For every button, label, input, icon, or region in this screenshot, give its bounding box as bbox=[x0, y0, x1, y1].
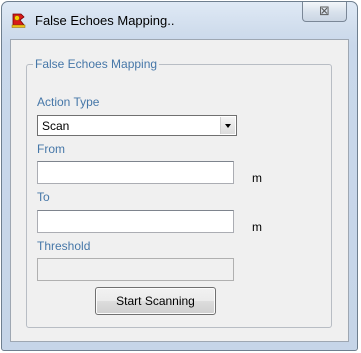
action-type-label: Action Type bbox=[37, 95, 100, 109]
dialog-client-area: False Echoes Mapping Action Type Scan Fr… bbox=[10, 39, 349, 342]
action-type-value: Scan bbox=[42, 119, 70, 133]
chevron-down-icon[interactable] bbox=[220, 117, 235, 134]
to-input[interactable] bbox=[37, 210, 234, 233]
dialog-window: False Echoes Mapping.. ⊠ False Echoes Ma… bbox=[1, 1, 358, 351]
title-bar[interactable]: False Echoes Mapping.. ⊠ bbox=[2, 2, 357, 39]
action-type-dropdown[interactable]: Scan bbox=[37, 115, 237, 136]
to-label: To bbox=[37, 190, 50, 204]
close-icon: ⊠ bbox=[319, 3, 330, 18]
false-echoes-groupbox: False Echoes Mapping Action Type Scan Fr… bbox=[26, 57, 332, 328]
from-input[interactable] bbox=[37, 161, 234, 184]
to-unit: m bbox=[252, 220, 262, 234]
from-unit: m bbox=[252, 171, 262, 185]
from-label: From bbox=[37, 142, 65, 156]
threshold-input bbox=[37, 258, 234, 281]
close-button[interactable]: ⊠ bbox=[302, 2, 347, 22]
threshold-label: Threshold bbox=[37, 239, 91, 253]
app-icon bbox=[10, 11, 28, 29]
groupbox-title: False Echoes Mapping bbox=[33, 57, 160, 71]
window-title: False Echoes Mapping.. bbox=[35, 13, 175, 28]
start-scanning-button[interactable]: Start Scanning bbox=[95, 287, 216, 315]
